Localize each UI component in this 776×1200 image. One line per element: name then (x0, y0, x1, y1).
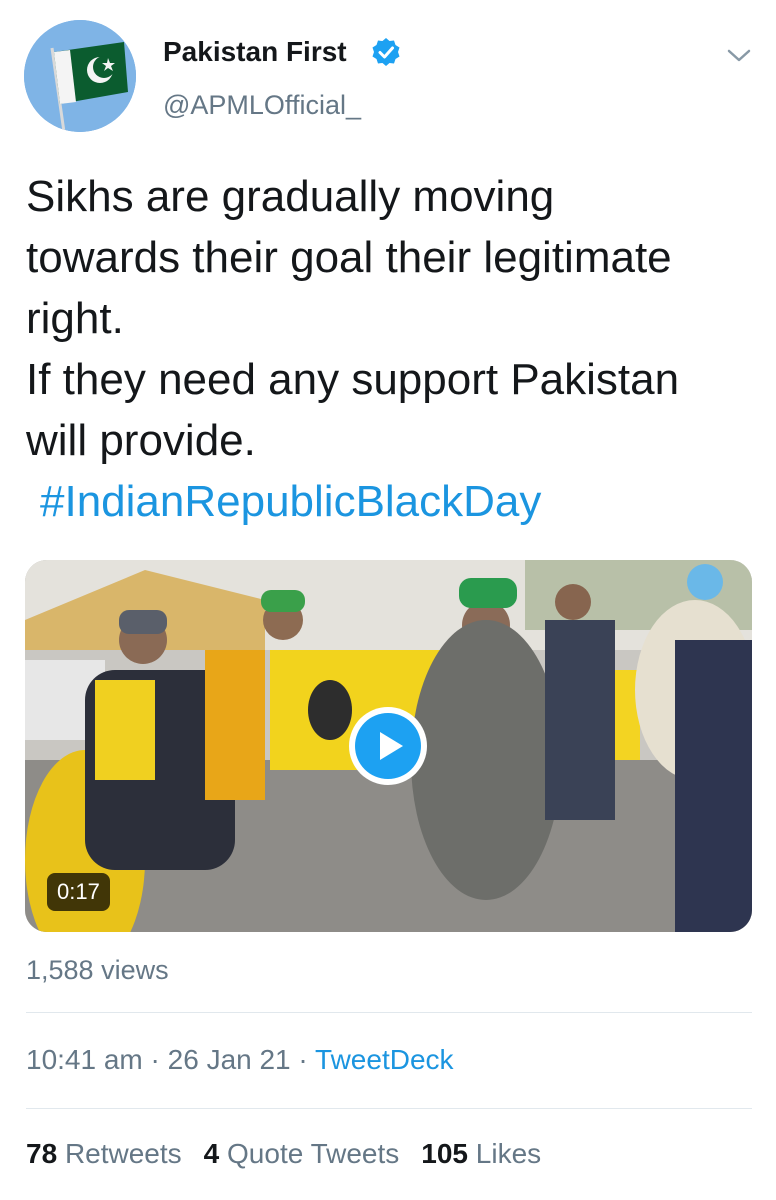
likes-stat[interactable]: 105 Likes (421, 1138, 541, 1169)
view-count: 1,588 views (26, 955, 169, 985)
pakistan-flag-icon (24, 20, 136, 132)
quote-tweets-stat[interactable]: 4 Quote Tweets (204, 1138, 400, 1169)
meta-separator: · (142, 1044, 168, 1075)
tweet-text-line: If they need any support Pakistan (26, 355, 680, 404)
tweet-meta: 10:41 am · 26 Jan 21 · TweetDeck (26, 1044, 454, 1076)
author-name[interactable]: Pakistan First (163, 36, 347, 68)
likes-label: Likes (475, 1138, 542, 1169)
tweet-date[interactable]: 26 Jan 21 (168, 1044, 291, 1075)
tweet-text-line: Sikhs are gradually moving (26, 172, 555, 221)
video-duration-badge: 0:17 (47, 873, 110, 911)
tweet-header: Pakistan First @APMLOfficial_ (0, 0, 776, 150)
quote-tweets-count: 4 (203, 1138, 220, 1169)
engagement-stats: 78 Retweets 4 Quote Tweets 105 Likes (26, 1138, 541, 1170)
avatar[interactable] (24, 20, 136, 132)
play-icon[interactable] (347, 705, 429, 787)
author-handle[interactable]: @APMLOfficial_ (163, 90, 361, 121)
divider (26, 1012, 752, 1013)
retweets-stat[interactable]: 78 Retweets (26, 1138, 182, 1169)
likes-count: 105 (421, 1138, 468, 1169)
retweets-count: 78 (26, 1138, 58, 1169)
tweet-time[interactable]: 10:41 am (26, 1044, 143, 1075)
tweet-text-line: right. (26, 294, 124, 343)
divider (26, 1108, 752, 1109)
chevron-down-icon[interactable] (724, 40, 754, 70)
tweet-text-line: will provide. (26, 416, 256, 465)
quote-tweets-label: Quote Tweets (227, 1138, 400, 1169)
meta-separator: · (290, 1044, 316, 1075)
retweets-label: Retweets (64, 1138, 182, 1169)
hashtag-link[interactable]: #IndianRepublicBlackDay (26, 471, 756, 532)
tweet-text-line: towards their goal their legitimate (26, 233, 672, 282)
tweet-source-link[interactable]: TweetDeck (315, 1044, 454, 1075)
tweet-text: Sikhs are gradually moving towards their… (26, 166, 756, 532)
verified-badge-icon (372, 38, 400, 66)
